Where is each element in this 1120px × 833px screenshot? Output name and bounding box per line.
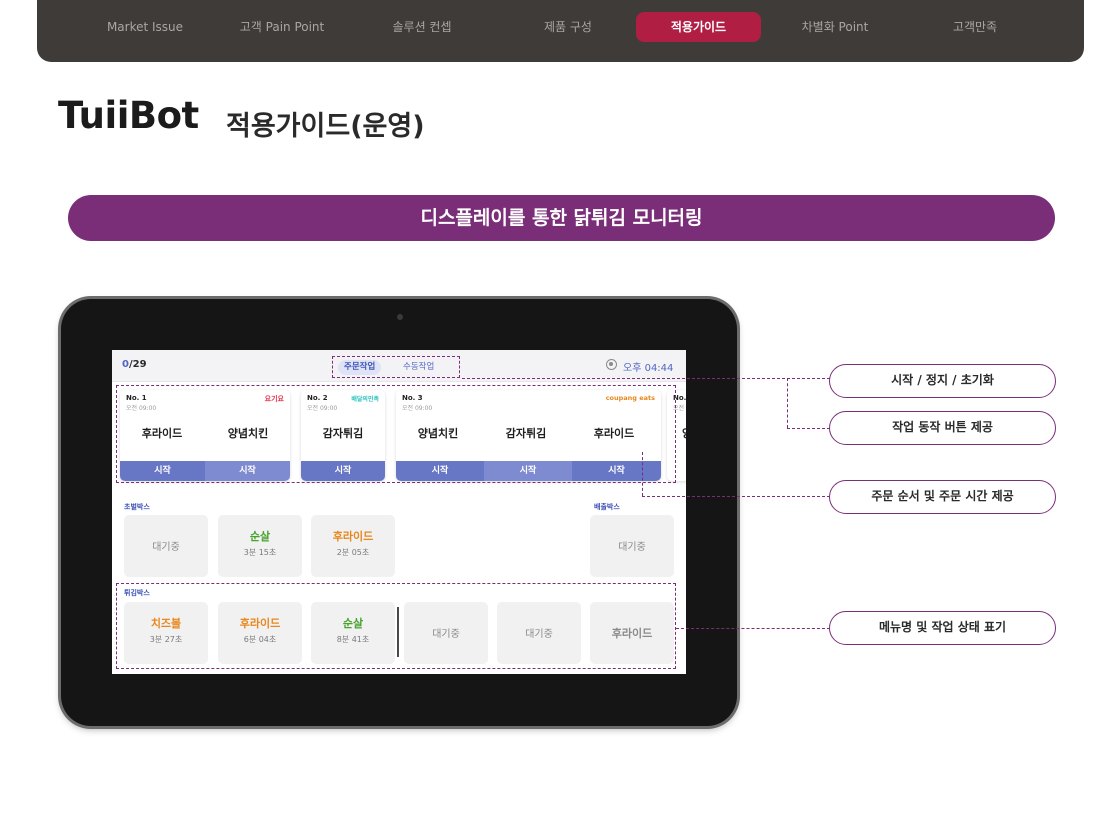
nav-item-pain-point[interactable]: 고객 Pain Point — [227, 12, 337, 42]
callout-start-stop-reset: 시작 / 정지 / 초기화 — [829, 364, 1056, 398]
tablet-screen: 0/29 주문작업 수동작업 오후 04:44 No. 1 오전 09:00 요… — [112, 350, 686, 674]
section-banner: 디스플레이를 통한 닭튀김 모니터링 — [68, 195, 1055, 241]
gear-icon[interactable] — [606, 359, 617, 370]
initial-slot-1: 대기중 — [124, 515, 208, 577]
callout-action-buttons: 작업 동작 버튼 제공 — [829, 411, 1056, 445]
camera-icon — [397, 314, 403, 320]
nav-item-customer-satisfaction[interactable]: 고객만족 — [935, 12, 1015, 42]
initial-slot-3: 후라이드 2분 05초 — [311, 515, 395, 577]
clock: 오후 04:44 — [623, 363, 674, 374]
initial-box-label: 초벌박스 — [124, 503, 150, 511]
tab-manual-work[interactable]: 수동작업 — [397, 360, 440, 375]
out-slot: 대기중 — [590, 515, 674, 577]
out-box-label: 배출박스 — [594, 503, 620, 511]
connector-line — [676, 628, 830, 629]
connector-line — [787, 378, 788, 428]
nav-item-market-issue[interactable]: Market Issue — [100, 12, 190, 42]
connector-line — [642, 496, 830, 497]
connector-line — [642, 452, 643, 496]
initial-slot-2: 순살 3분 15초 — [218, 515, 302, 577]
tablet-device: 0/29 주문작업 수동작업 오후 04:44 No. 1 오전 09:00 요… — [61, 299, 737, 726]
callout-order-sequence-time: 주문 순서 및 주문 시간 제공 — [829, 480, 1056, 514]
connector-line — [462, 378, 830, 379]
nav-item-differentiation[interactable]: 차별화 Point — [785, 12, 885, 42]
connector-line — [787, 428, 830, 429]
top-navigation: Market Issue 고객 Pain Point 솔루션 컨셉 제품 구성 … — [37, 0, 1084, 62]
nav-item-solution-concept[interactable]: 솔루션 컨셉 — [377, 12, 467, 42]
mode-tabs: 주문작업 수동작업 — [332, 356, 460, 378]
slide: Market Issue 고객 Pain Point 솔루션 컨셉 제품 구성 … — [0, 0, 1120, 833]
order-counter: 0/29 — [122, 359, 147, 370]
nav-item-application-guide[interactable]: 적용가이드 — [636, 12, 761, 42]
page-title: 적용가이드(운영) — [226, 111, 425, 142]
callout-menu-status: 메뉴명 및 작업 상태 표기 — [829, 611, 1056, 645]
brand-logo: TuiiBot — [58, 94, 199, 137]
fry-box-highlight — [116, 583, 676, 669]
nav-item-product-composition[interactable]: 제품 구성 — [523, 12, 613, 42]
tab-order-work[interactable]: 주문작업 — [338, 360, 382, 375]
order-cards-highlight — [116, 385, 676, 483]
